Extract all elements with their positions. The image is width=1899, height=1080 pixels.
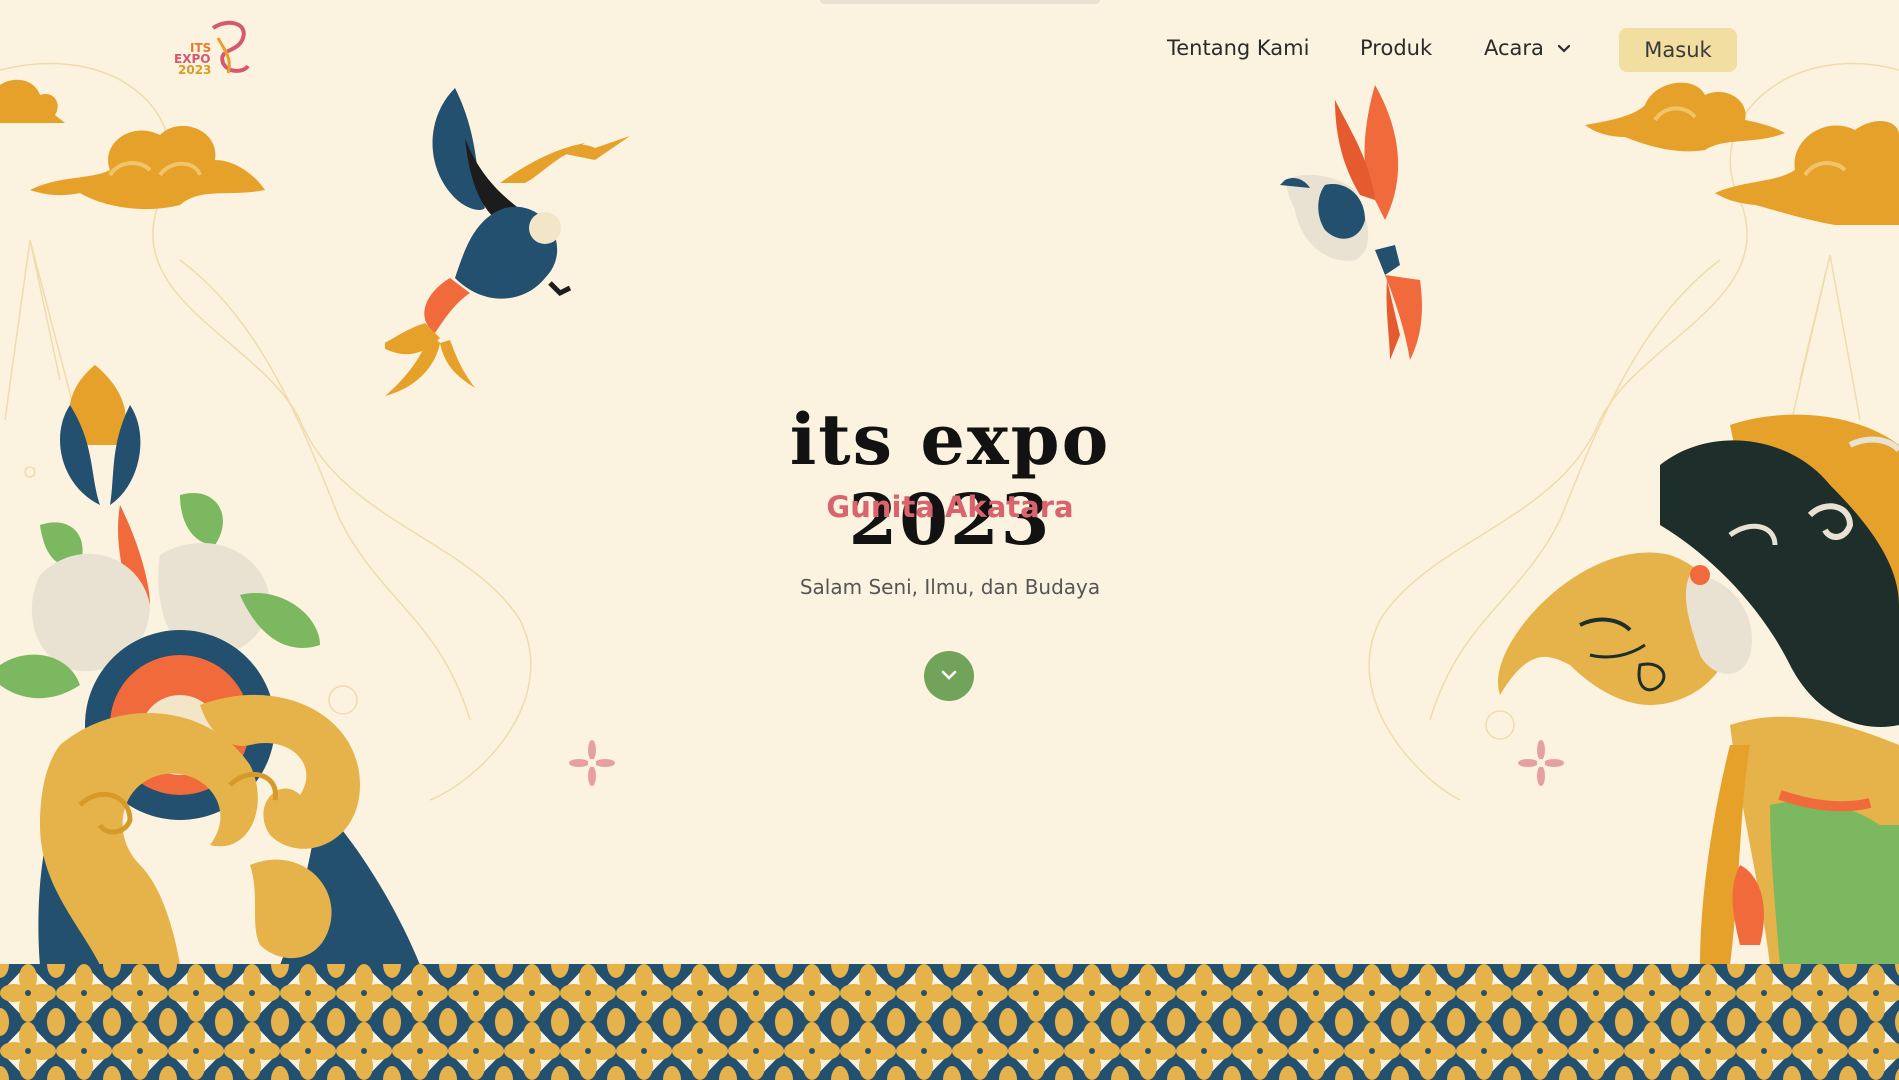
wayang-figure-right <box>1498 414 1899 965</box>
chevron-down-icon <box>1557 44 1570 53</box>
landing-page: ITS EXPO 2023 Tentang Kami Produk Acara … <box>0 0 1899 1080</box>
nav-dropdown-acara[interactable]: Acara <box>1484 36 1571 60</box>
hero-subtitle: Gunita Akatara <box>826 490 1074 524</box>
chevron-down-icon <box>941 670 957 680</box>
flower-decoration <box>569 740 615 786</box>
logo-text-year: 2023 <box>178 63 212 77</box>
bird-right-illustration <box>1280 85 1422 360</box>
bird-left-illustration <box>385 88 630 396</box>
nav-link-produk[interactable]: Produk <box>1360 36 1432 60</box>
flower-decoration <box>1518 740 1564 786</box>
hero-tagline: Salam Seni, Ilmu, dan Budaya <box>799 575 1101 599</box>
top-navigation: ITS EXPO 2023 Tentang Kami Produk Acara … <box>0 0 1899 100</box>
batik-pattern-footer <box>0 964 1899 1080</box>
hero-title: its expo 2023 <box>789 398 1111 561</box>
its-expo-logo[interactable]: ITS EXPO 2023 <box>168 18 258 80</box>
nav-link-tentang-kami[interactable]: Tentang Kami <box>1167 36 1309 60</box>
login-button[interactable]: Masuk <box>1619 28 1737 72</box>
nav-dropdown-acara-label: Acara <box>1484 36 1544 60</box>
scroll-down-button[interactable] <box>924 651 974 701</box>
floral-ornament-left <box>0 365 420 965</box>
